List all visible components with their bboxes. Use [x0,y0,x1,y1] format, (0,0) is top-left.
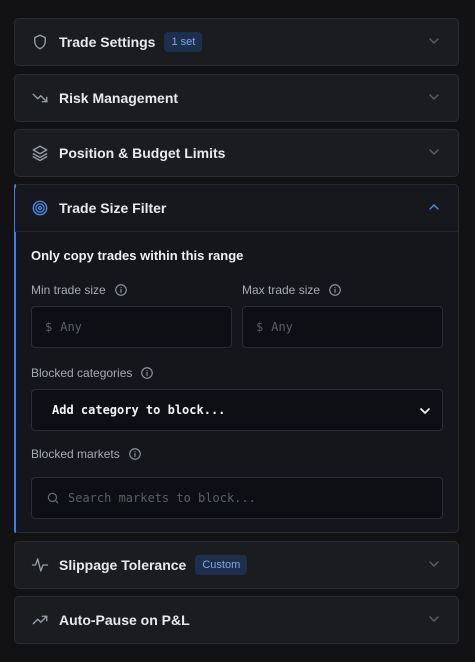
info-icon[interactable] [114,283,128,297]
shield-icon [31,33,49,51]
dollar-prefix: $ [256,320,264,334]
auto-pause-title: Auto-Pause on P&L [59,612,190,628]
min-trade-size-label-text: Min trade size [31,283,106,297]
section-trade-size-filter: Trade Size Filter Only copy trades withi… [14,184,459,533]
max-trade-size-label: Max trade size [242,283,342,297]
trade-settings-title: Trade Settings [59,34,156,50]
min-trade-size-label: Min trade size [31,283,128,297]
section-risk-management: Risk Management [14,74,459,122]
min-trade-size-placeholder: Any [60,320,82,334]
slippage-tolerance-badge: Custom [195,555,248,575]
blocked-categories-label-text: Blocked categories [31,366,133,380]
risk-management-header[interactable]: Risk Management [15,75,458,121]
section-auto-pause: Auto-Pause on P&L [14,596,459,644]
target-icon [31,199,49,217]
trending-down-icon [31,89,49,107]
section-slippage-tolerance: Slippage Tolerance Custom [14,541,459,589]
risk-management-title: Risk Management [59,90,179,106]
blocked-categories-select-value: Add category to block... [52,403,226,417]
trade-size-filter-subtitle: Only copy trades within this range [31,248,244,263]
blocked-categories-select[interactable]: Add category to block... [31,389,443,431]
chevron-up-icon[interactable] [426,199,442,215]
position-budget-title: Position & Budget Limits [59,145,226,161]
trade-size-filter-header[interactable]: Trade Size Filter [15,185,458,232]
search-icon [46,491,60,505]
blocked-markets-label: Blocked markets [31,447,142,461]
blocked-categories-label: Blocked categories [31,366,154,380]
layers-icon [31,144,49,162]
slippage-tolerance-title: Slippage Tolerance [59,557,187,573]
section-trade-settings: Trade Settings 1 set [14,18,459,66]
min-trade-size-input[interactable]: $ Any [31,306,232,348]
chevron-down-icon[interactable] [417,403,433,419]
chevron-down-icon[interactable] [426,144,442,160]
slippage-tolerance-header[interactable]: Slippage Tolerance Custom [15,542,458,588]
blocked-markets-label-text: Blocked markets [31,447,120,461]
trending-up-icon [31,611,49,629]
active-accent-bar [14,184,16,533]
trade-size-filter-title: Trade Size Filter [59,200,167,216]
activity-icon [31,556,49,574]
info-icon[interactable] [128,447,142,461]
info-icon[interactable] [140,366,154,380]
chevron-down-icon[interactable] [426,556,442,572]
dollar-prefix: $ [45,320,53,334]
blocked-markets-search-input[interactable]: Search markets to block... [31,477,443,519]
max-trade-size-input[interactable]: $ Any [242,306,443,348]
blocked-markets-search-placeholder: Search markets to block... [68,491,256,505]
chevron-down-icon[interactable] [426,33,442,49]
chevron-down-icon[interactable] [426,611,442,627]
trade-settings-badge: 1 set [164,32,203,52]
position-budget-header[interactable]: Position & Budget Limits [15,130,458,176]
max-trade-size-label-text: Max trade size [242,283,321,297]
info-icon[interactable] [328,283,342,297]
auto-pause-header[interactable]: Auto-Pause on P&L [15,597,458,643]
trade-settings-header[interactable]: Trade Settings 1 set [15,19,458,65]
section-position-budget: Position & Budget Limits [14,129,459,177]
settings-panel: Trade Settings 1 set Risk Management Pos… [0,0,475,662]
max-trade-size-placeholder: Any [271,320,293,334]
chevron-down-icon[interactable] [426,89,442,105]
